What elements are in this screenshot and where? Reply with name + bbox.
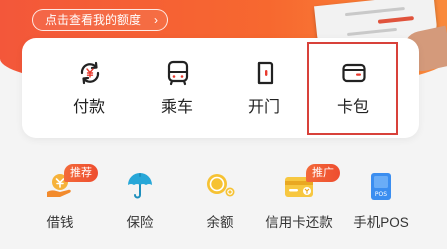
card-wallet-icon (342, 63, 366, 83)
quick-action-label: 开门 (247, 99, 280, 116)
quick-action-label: 乘车 (160, 99, 193, 116)
pos-icon-text: POS (375, 191, 387, 198)
service-balance[interactable]: 余额 (180, 168, 260, 246)
promote-badge: 推广 (306, 164, 340, 182)
service-insurance[interactable]: 保险 (100, 168, 180, 246)
door-icon (257, 61, 274, 85)
quick-action-card-wallet[interactable]: 卡包 (308, 38, 398, 138)
quick-action-label: 付款 (72, 99, 105, 116)
coins-icon (207, 174, 235, 197)
umbrella-icon (128, 173, 152, 199)
quick-action-pay[interactable]: 付款 (44, 38, 134, 138)
bus-icon (167, 60, 189, 86)
quick-action-label: 卡包 (336, 99, 369, 116)
yuan-cycle-icon (80, 61, 100, 85)
service-mobile-pos[interactable]: POS 手机POS (341, 168, 421, 246)
quick-action-door[interactable]: 开门 (219, 38, 309, 138)
quick-actions-card: 付款 乘车 开门 卡包 (22, 38, 419, 138)
view-quota-label: 点击查看我的额度 (45, 13, 142, 27)
service-label: 手机POS (353, 215, 409, 230)
recommend-badge: 推荐 (64, 164, 98, 182)
chevron-right-icon: › (154, 13, 159, 27)
pos-terminal-icon: POS (371, 173, 391, 200)
view-quota-link[interactable]: 点击查看我的额度 › (32, 9, 169, 31)
quick-action-bus[interactable]: 乘车 (132, 38, 222, 138)
